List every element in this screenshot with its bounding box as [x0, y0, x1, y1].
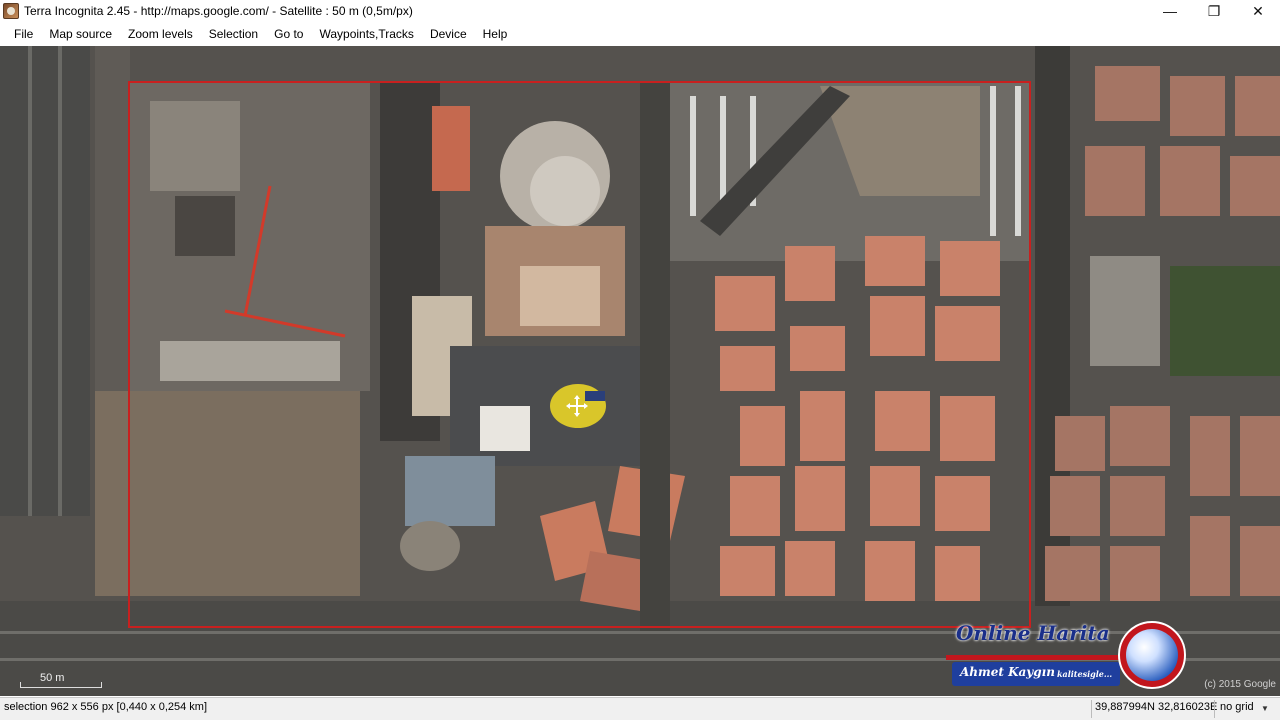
menu-help[interactable]: Help — [475, 23, 516, 45]
status-bar: selection 962 x 556 px [0,440 x 0,254 km… — [0, 697, 1280, 720]
selection-info: selection 962 x 556 px [0,440 x 0,254 km… — [4, 701, 208, 713]
menu-bar: File Map source Zoom levels Selection Go… — [0, 23, 1280, 45]
title-bar: Terra Incognita 2.45 - http://maps.googl… — [0, 0, 1280, 22]
cursor-coordinates: 39,887994N 32,816023E — [1095, 701, 1218, 713]
menu-waypoints-tracks[interactable]: Waypoints,Tracks — [311, 23, 421, 45]
scale-line — [20, 682, 102, 688]
status-separator — [1214, 700, 1215, 718]
channel-watermark: Online Harita Ahmet Kaygın kalitesigle..… — [940, 621, 1190, 696]
window-controls: — ❐ ✕ — [1148, 0, 1280, 22]
menu-selection[interactable]: Selection — [201, 23, 266, 45]
status-separator — [1091, 700, 1092, 718]
menu-file[interactable]: File — [6, 23, 41, 45]
app-icon — [3, 3, 19, 19]
watermark-subtitle: kalitesigle... — [1057, 669, 1113, 679]
maximize-button[interactable]: ❐ — [1192, 0, 1236, 22]
window-title: Terra Incognita 2.45 - http://maps.googl… — [24, 4, 413, 18]
satellite-map-view[interactable]: 50 m (c) 2015 Google Online Harita Ahmet… — [0, 46, 1280, 696]
minimize-button[interactable]: — — [1148, 0, 1192, 22]
scale-bar: 50 m — [20, 672, 102, 688]
selection-rectangle[interactable] — [128, 81, 1031, 628]
watermark-name: Ahmet Kaygın — [960, 665, 1055, 679]
watermark-title: Online Harita — [956, 621, 1110, 645]
menu-go-to[interactable]: Go to — [266, 23, 311, 45]
menu-device[interactable]: Device — [422, 23, 475, 45]
chevron-down-icon[interactable]: ▼ — [1261, 704, 1269, 713]
watermark-red-bar — [946, 655, 1126, 660]
close-button[interactable]: ✕ — [1236, 0, 1280, 22]
menu-zoom-levels[interactable]: Zoom levels — [120, 23, 201, 45]
grid-selector[interactable]: no grid — [1220, 701, 1254, 713]
menu-map-source[interactable]: Map source — [41, 23, 120, 45]
globe-logo-icon — [1118, 621, 1186, 689]
map-copyright: (c) 2015 Google — [1204, 679, 1276, 690]
